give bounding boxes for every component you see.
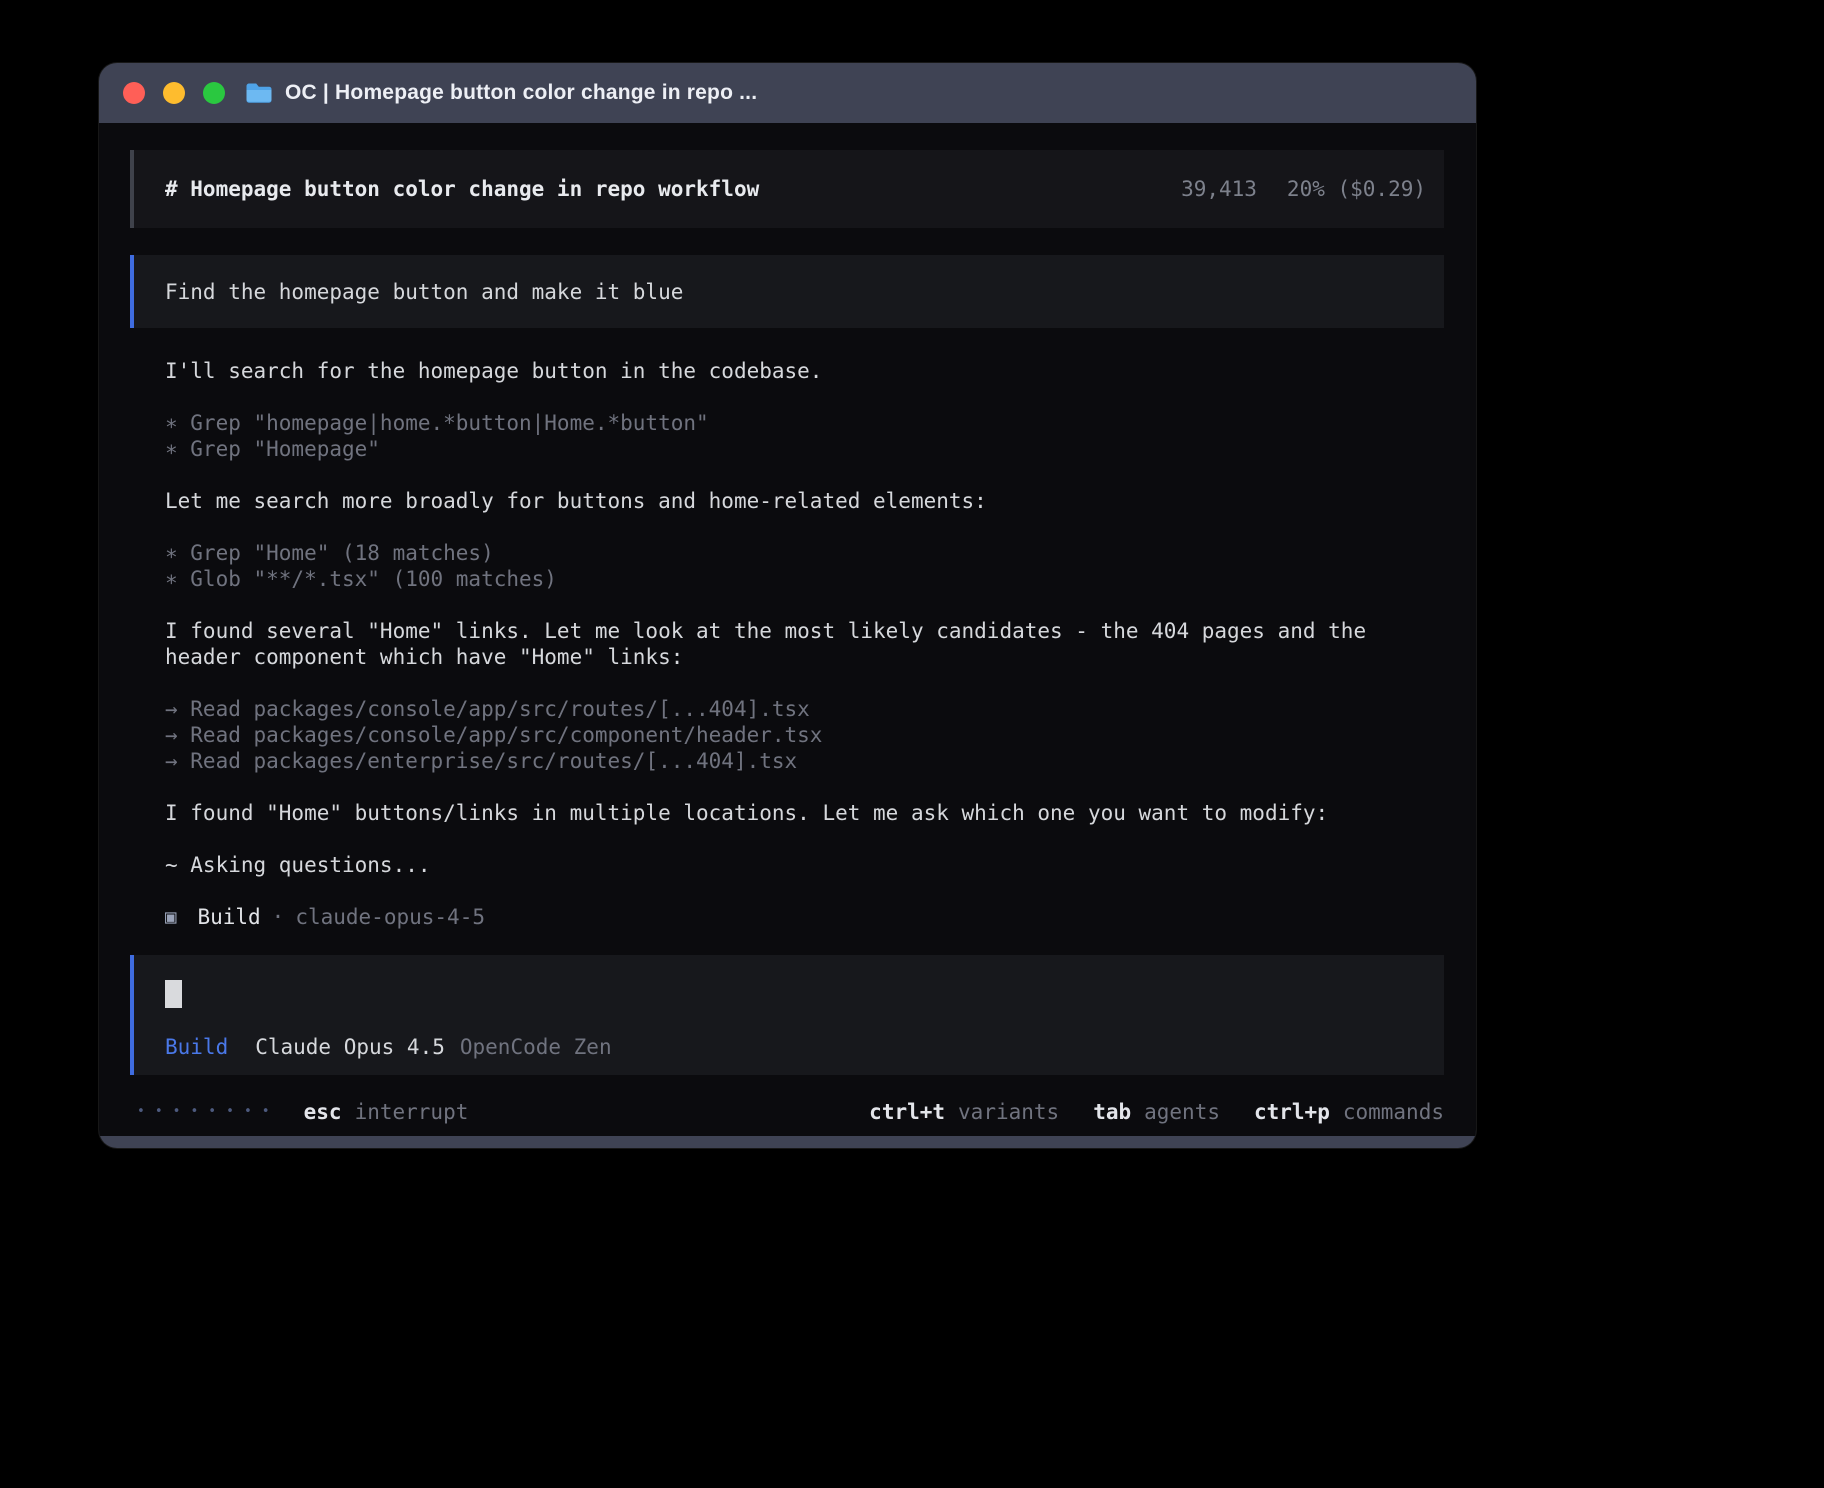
shortcut-label: commands	[1343, 1099, 1444, 1125]
token-count: 39,413	[1181, 176, 1257, 202]
status-bar: •••••••• esc interrupt ctrl+t variants t…	[130, 1099, 1444, 1125]
status-text: ~ Asking questions...	[165, 852, 1430, 878]
shortcut-label: variants	[958, 1099, 1059, 1125]
minimize-window-button[interactable]	[163, 82, 185, 104]
esc-key-label: interrupt	[355, 1099, 469, 1125]
agent-mode-label[interactable]: Build	[165, 1034, 228, 1060]
context-usage: 20% ($0.29)	[1287, 176, 1426, 202]
agent-separator: ·	[272, 904, 285, 930]
agent-icon: ▣	[165, 904, 176, 930]
window-titlebar[interactable]: OC | Homepage button color change in rep…	[99, 63, 1476, 123]
agent-model: claude-opus-4-5	[295, 904, 485, 930]
tool-call-read: → Read packages/console/app/src/routes/[…	[165, 696, 1430, 722]
session-header: # Homepage button color change in repo w…	[130, 150, 1444, 228]
tool-call-group: → Read packages/console/app/src/routes/[…	[165, 696, 1430, 774]
shortcut-agents[interactable]: tab agents	[1093, 1099, 1220, 1125]
assistant-text: I found "Home" buttons/links in multiple…	[165, 800, 1430, 826]
shortcut-key: ctrl+p	[1254, 1099, 1330, 1125]
shortcut-label: agents	[1144, 1099, 1220, 1125]
spinner-dots-icon: ••••••••	[137, 1099, 280, 1125]
tool-call-grep: ∗ Grep "Home" (18 matches)	[165, 540, 1430, 566]
shortcut-variants[interactable]: ctrl+t variants	[869, 1099, 1059, 1125]
assistant-response: I'll search for the homepage button in t…	[130, 358, 1444, 955]
prompt-input[interactable]: Build Claude Opus 4.5 OpenCode Zen	[130, 955, 1444, 1075]
tool-call-grep: ∗ Grep "Homepage"	[165, 436, 1430, 462]
esc-key-hint[interactable]: esc	[304, 1099, 342, 1125]
shortcut-key: ctrl+t	[869, 1099, 945, 1125]
traffic-lights	[123, 82, 225, 104]
tool-call-glob: ∗ Glob "**/*.tsx" (100 matches)	[165, 566, 1430, 592]
window-title: OC | Homepage button color change in rep…	[285, 81, 757, 105]
agent-status-row: ▣ Build · claude-opus-4-5	[165, 904, 1430, 930]
assistant-text: I'll search for the homepage button in t…	[165, 358, 1430, 384]
terminal-content: # Homepage button color change in repo w…	[99, 123, 1476, 1136]
zoom-window-button[interactable]	[203, 82, 225, 104]
agent-name: Build	[197, 904, 260, 930]
tool-call-group: ∗ Grep "Home" (18 matches) ∗ Glob "**/*.…	[165, 540, 1430, 592]
shortcut-commands[interactable]: ctrl+p commands	[1254, 1099, 1444, 1125]
tool-call-group: ∗ Grep "homepage|home.*button|Home.*butt…	[165, 410, 1430, 462]
shortcut-hints: ctrl+t variants tab agents ctrl+p comman…	[835, 1099, 1444, 1125]
model-name[interactable]: Claude Opus 4.5	[255, 1034, 445, 1060]
provider-name: OpenCode Zen	[460, 1034, 612, 1060]
terminal-window: OC | Homepage button color change in rep…	[99, 63, 1476, 1148]
user-message: Find the homepage button and make it blu…	[130, 255, 1444, 328]
session-title: # Homepage button color change in repo w…	[165, 176, 1181, 202]
input-meta: Build Claude Opus 4.5 OpenCode Zen	[165, 1034, 1426, 1060]
user-message-text: Find the homepage button and make it blu…	[165, 279, 683, 305]
close-window-button[interactable]	[123, 82, 145, 104]
assistant-text: Let me search more broadly for buttons a…	[165, 488, 1430, 514]
tool-call-read: → Read packages/enterprise/src/routes/[.…	[165, 748, 1430, 774]
text-cursor	[165, 980, 182, 1008]
tool-call-grep: ∗ Grep "homepage|home.*button|Home.*butt…	[165, 410, 1430, 436]
shortcut-key: tab	[1093, 1099, 1131, 1125]
session-stats: 39,413 20% ($0.29)	[1181, 176, 1426, 202]
tool-call-read: → Read packages/console/app/src/componen…	[165, 722, 1430, 748]
assistant-text: I found several "Home" links. Let me loo…	[165, 618, 1430, 670]
folder-icon	[245, 82, 273, 104]
